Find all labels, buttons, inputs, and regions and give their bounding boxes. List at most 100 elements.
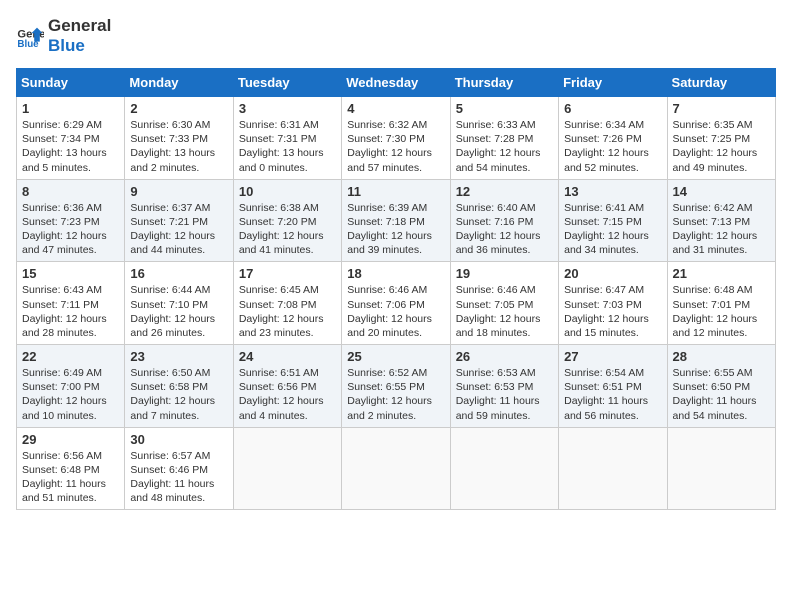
day-info: Sunrise: 6:31 AMSunset: 7:31 PMDaylight:…: [239, 118, 336, 175]
day-number: 25: [347, 349, 444, 364]
day-info: Sunrise: 6:49 AMSunset: 7:00 PMDaylight:…: [22, 366, 119, 423]
calendar-cell: 28 Sunrise: 6:55 AMSunset: 6:50 PMDayligh…: [667, 345, 775, 428]
day-info: Sunrise: 6:55 AMSunset: 6:50 PMDaylight:…: [673, 366, 770, 423]
logo-general: General: [48, 16, 111, 36]
day-number: 14: [673, 184, 770, 199]
calendar-cell: 13 Sunrise: 6:41 AMSunset: 7:15 PMDayligh…: [559, 179, 667, 262]
day-info: Sunrise: 6:56 AMSunset: 6:48 PMDaylight:…: [22, 449, 119, 506]
logo-blue: Blue: [48, 36, 111, 56]
col-header-sunday: Sunday: [17, 69, 125, 97]
calendar-cell: 2 Sunrise: 6:30 AMSunset: 7:33 PMDaylight…: [125, 97, 233, 180]
day-info: Sunrise: 6:36 AMSunset: 7:23 PMDaylight:…: [22, 201, 119, 258]
day-info: Sunrise: 6:39 AMSunset: 7:18 PMDaylight:…: [347, 201, 444, 258]
day-number: 4: [347, 101, 444, 116]
calendar-cell: 6Sunrise: 6:34 AMSunset: 7:26 PMDaylight…: [559, 97, 667, 180]
day-info: Sunrise: 6:38 AMSunset: 7:20 PMDaylight:…: [239, 201, 336, 258]
day-info: Sunrise: 6:41 AMSunset: 7:15 PMDaylight:…: [564, 201, 661, 258]
logo: General Blue General Blue: [16, 16, 111, 56]
day-number: 18: [347, 266, 444, 281]
calendar-table: SundayMondayTuesdayWednesdayThursdayFrid…: [16, 68, 776, 510]
calendar-cell: 1 Sunrise: 6:29 AMSunset: 7:34 PMDaylight…: [17, 97, 125, 180]
calendar-cell: 3 Sunrise: 6:31 AMSunset: 7:31 PMDaylight…: [233, 97, 341, 180]
day-info: Sunrise: 6:48 AMSunset: 7:01 PMDaylight:…: [673, 283, 770, 340]
calendar-cell: 5Sunrise: 6:33 AMSunset: 7:28 PMDaylight…: [450, 97, 558, 180]
calendar-cell: 15 Sunrise: 6:43 AMSunset: 7:11 PMDayligh…: [17, 262, 125, 345]
day-number: 19: [456, 266, 553, 281]
day-number: 20: [564, 266, 661, 281]
calendar-week-row: 22 Sunrise: 6:49 AMSunset: 7:00 PMDayligh…: [17, 345, 776, 428]
day-number: 29: [22, 432, 119, 447]
day-number: 3: [239, 101, 336, 116]
calendar-cell: [233, 427, 341, 510]
page-header: General Blue General Blue: [16, 16, 776, 56]
calendar-cell: 18 Sunrise: 6:46 AMSunset: 7:06 PMDayligh…: [342, 262, 450, 345]
day-info: Sunrise: 6:30 AMSunset: 7:33 PMDaylight:…: [130, 118, 227, 175]
day-info: Sunrise: 6:32 AMSunset: 7:30 PMDaylight:…: [347, 118, 444, 175]
calendar-cell: [450, 427, 558, 510]
day-info: Sunrise: 6:44 AMSunset: 7:10 PMDaylight:…: [130, 283, 227, 340]
calendar-header-row: SundayMondayTuesdayWednesdayThursdayFrid…: [17, 69, 776, 97]
day-number: 28: [673, 349, 770, 364]
calendar-cell: [559, 427, 667, 510]
day-number: 27: [564, 349, 661, 364]
calendar-cell: 4 Sunrise: 6:32 AMSunset: 7:30 PMDaylight…: [342, 97, 450, 180]
col-header-monday: Monday: [125, 69, 233, 97]
day-info: Sunrise: 6:29 AMSunset: 7:34 PMDaylight:…: [22, 118, 119, 175]
calendar-cell: 27 Sunrise: 6:54 AMSunset: 6:51 PMDayligh…: [559, 345, 667, 428]
calendar-cell: 8Sunrise: 6:36 AMSunset: 7:23 PMDaylight…: [17, 179, 125, 262]
calendar-cell: 24 Sunrise: 6:51 AMSunset: 6:56 PMDayligh…: [233, 345, 341, 428]
calendar-cell: 9 Sunrise: 6:37 AMSunset: 7:21 PMDaylight…: [125, 179, 233, 262]
col-header-saturday: Saturday: [667, 69, 775, 97]
day-number: 9: [130, 184, 227, 199]
day-number: 30: [130, 432, 227, 447]
calendar-cell: 19 Sunrise: 6:46 AMSunset: 7:05 PMDayligh…: [450, 262, 558, 345]
calendar-cell: 7Sunrise: 6:35 AMSunset: 7:25 PMDaylight…: [667, 97, 775, 180]
calendar-week-row: 8Sunrise: 6:36 AMSunset: 7:23 PMDaylight…: [17, 179, 776, 262]
day-number: 15: [22, 266, 119, 281]
col-header-tuesday: Tuesday: [233, 69, 341, 97]
day-info: Sunrise: 6:47 AMSunset: 7:03 PMDaylight:…: [564, 283, 661, 340]
calendar-cell: 17 Sunrise: 6:45 AMSunset: 7:08 PMDayligh…: [233, 262, 341, 345]
col-header-wednesday: Wednesday: [342, 69, 450, 97]
calendar-cell: 22 Sunrise: 6:49 AMSunset: 7:00 PMDayligh…: [17, 345, 125, 428]
day-number: 6: [564, 101, 661, 116]
calendar-cell: 20 Sunrise: 6:47 AMSunset: 7:03 PMDayligh…: [559, 262, 667, 345]
day-number: 11: [347, 184, 444, 199]
calendar-cell: 26Sunrise: 6:53 AMSunset: 6:53 PMDayligh…: [450, 345, 558, 428]
calendar-cell: [342, 427, 450, 510]
day-number: 24: [239, 349, 336, 364]
day-number: 17: [239, 266, 336, 281]
day-number: 7: [673, 101, 770, 116]
day-info: Sunrise: 6:45 AMSunset: 7:08 PMDaylight:…: [239, 283, 336, 340]
calendar-week-row: 1 Sunrise: 6:29 AMSunset: 7:34 PMDaylight…: [17, 97, 776, 180]
day-number: 23: [130, 349, 227, 364]
day-info: Sunrise: 6:37 AMSunset: 7:21 PMDaylight:…: [130, 201, 227, 258]
day-info: Sunrise: 6:33 AMSunset: 7:28 PMDaylight:…: [456, 118, 553, 175]
day-number: 1: [22, 101, 119, 116]
calendar-week-row: 15 Sunrise: 6:43 AMSunset: 7:11 PMDayligh…: [17, 262, 776, 345]
day-info: Sunrise: 6:50 AMSunset: 6:58 PMDaylight:…: [130, 366, 227, 423]
calendar-cell: 16Sunrise: 6:44 AMSunset: 7:10 PMDayligh…: [125, 262, 233, 345]
day-number: 2: [130, 101, 227, 116]
calendar-cell: 21Sunrise: 6:48 AMSunset: 7:01 PMDayligh…: [667, 262, 775, 345]
day-number: 12: [456, 184, 553, 199]
day-info: Sunrise: 6:52 AMSunset: 6:55 PMDaylight:…: [347, 366, 444, 423]
col-header-friday: Friday: [559, 69, 667, 97]
day-number: 10: [239, 184, 336, 199]
day-info: Sunrise: 6:46 AMSunset: 7:05 PMDaylight:…: [456, 283, 553, 340]
day-info: Sunrise: 6:53 AMSunset: 6:53 PMDaylight:…: [456, 366, 553, 423]
day-info: Sunrise: 6:54 AMSunset: 6:51 PMDaylight:…: [564, 366, 661, 423]
logo-icon: General Blue: [16, 22, 44, 50]
calendar-cell: [667, 427, 775, 510]
calendar-cell: 25 Sunrise: 6:52 AMSunset: 6:55 PMDayligh…: [342, 345, 450, 428]
calendar-cell: 14 Sunrise: 6:42 AMSunset: 7:13 PMDayligh…: [667, 179, 775, 262]
day-info: Sunrise: 6:42 AMSunset: 7:13 PMDaylight:…: [673, 201, 770, 258]
day-info: Sunrise: 6:43 AMSunset: 7:11 PMDaylight:…: [22, 283, 119, 340]
day-info: Sunrise: 6:51 AMSunset: 6:56 PMDaylight:…: [239, 366, 336, 423]
day-number: 13: [564, 184, 661, 199]
calendar-cell: 30 Sunrise: 6:57 AMSunset: 6:46 PMDayligh…: [125, 427, 233, 510]
day-info: Sunrise: 6:40 AMSunset: 7:16 PMDaylight:…: [456, 201, 553, 258]
day-info: Sunrise: 6:57 AMSunset: 6:46 PMDaylight:…: [130, 449, 227, 506]
day-number: 22: [22, 349, 119, 364]
day-info: Sunrise: 6:46 AMSunset: 7:06 PMDaylight:…: [347, 283, 444, 340]
